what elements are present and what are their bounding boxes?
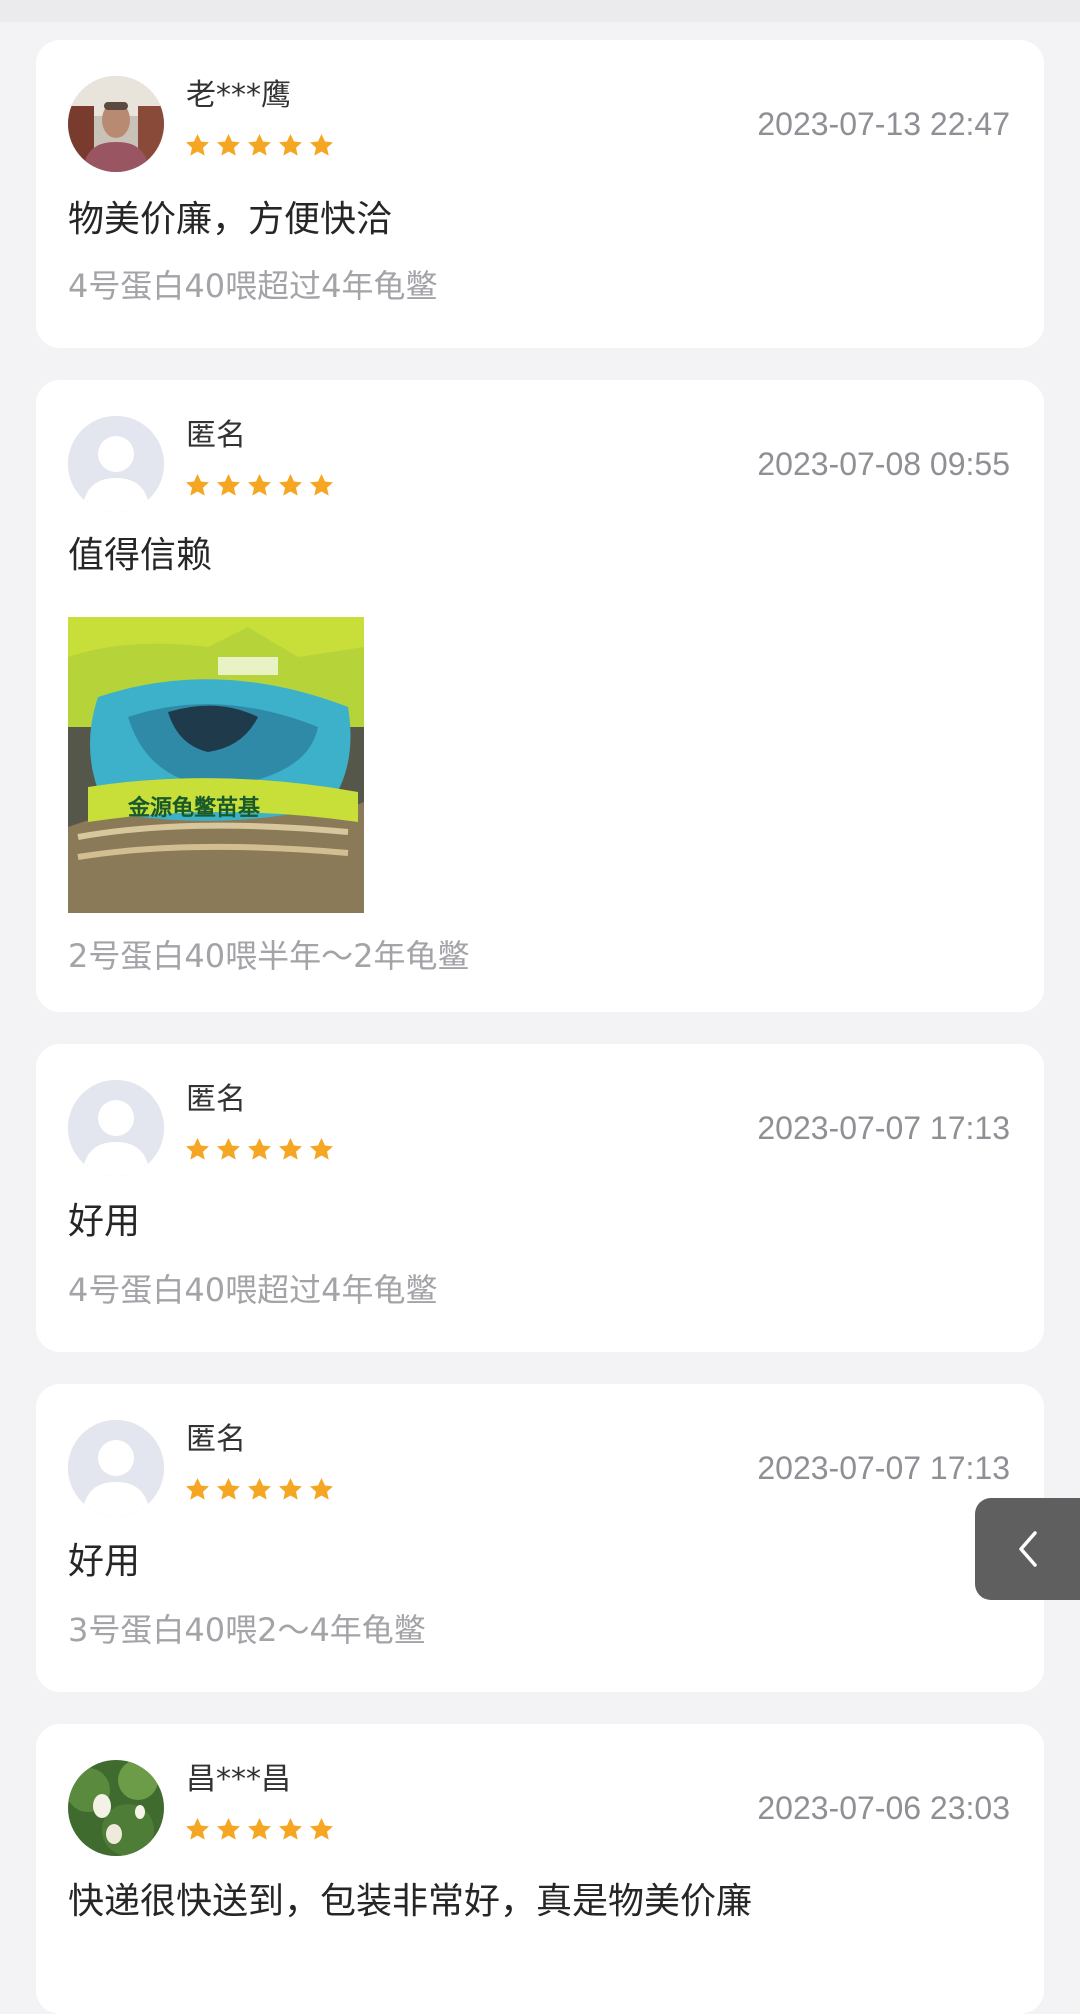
review-text: 物美价廉，方便快洽	[68, 199, 393, 240]
product-spec: 4号蛋白40喂超过4年龟鳖	[68, 1271, 438, 1309]
review-text: 好用	[68, 1541, 141, 1582]
review-date: 2023-07-07 17:13	[757, 1110, 1010, 1146]
star-icon	[310, 134, 333, 156]
feed-bag-photo: 金源龟鳖苗基	[68, 617, 364, 913]
star-rating	[184, 1476, 335, 1504]
star-icon	[279, 134, 302, 156]
star-icon	[310, 1478, 333, 1500]
star-icon	[217, 1138, 240, 1160]
star-icon	[279, 1478, 302, 1500]
avatar[interactable]	[68, 1080, 164, 1176]
star-icon	[248, 474, 271, 496]
review-card[interactable]: 匿名 2023-07-07 17:13 好用 4号蛋白40喂超过4年龟鳖	[36, 1044, 1044, 1352]
star-rating	[184, 1136, 335, 1164]
star-icon	[310, 1138, 333, 1160]
review-date: 2023-07-13 22:47	[757, 106, 1010, 142]
star-icon	[279, 474, 302, 496]
star-icon	[217, 1478, 240, 1500]
star-icon	[186, 1818, 209, 1840]
avatar[interactable]	[68, 76, 164, 172]
star-icon	[248, 1818, 271, 1840]
product-spec: 3号蛋白40喂2～4年龟鳖	[68, 1611, 426, 1649]
chevron-left-icon	[1018, 1531, 1037, 1567]
review-text: 值得信赖	[68, 535, 213, 576]
star-icon	[217, 134, 240, 156]
user-name: 匿名	[186, 1422, 246, 1457]
default-user-icon	[68, 1420, 164, 1516]
user-name: 匿名	[186, 418, 246, 453]
lotus-photo-icon	[68, 1760, 164, 1856]
review-text: 快递很快送到，包装非常好，真是物美价廉	[68, 1881, 753, 1922]
star-rating	[184, 1816, 335, 1844]
product-spec: 2号蛋白40喂半年～2年龟鳖	[68, 937, 470, 975]
star-icon	[186, 134, 209, 156]
star-icon	[217, 1818, 240, 1840]
user-name: 老***鹰	[186, 78, 291, 113]
star-icon	[186, 474, 209, 496]
user-name: 匿名	[186, 1082, 246, 1117]
man-photo-icon	[68, 76, 164, 172]
star-icon	[310, 474, 333, 496]
avatar[interactable]	[68, 1420, 164, 1516]
star-rating	[184, 472, 335, 500]
user-name: 昌***昌	[186, 1762, 291, 1797]
star-icon	[248, 1478, 271, 1500]
review-card[interactable]: 匿名 2023-07-08 09:55 值得信赖 金源龟鳖苗基 2号蛋白40喂半…	[36, 380, 1044, 1012]
photo-text: 金源龟鳖苗基	[127, 795, 261, 821]
default-user-icon	[68, 1080, 164, 1176]
top-strip	[0, 0, 1080, 22]
star-icon	[279, 1138, 302, 1160]
side-collapse-button[interactable]	[975, 1498, 1080, 1600]
star-icon	[248, 1138, 271, 1160]
star-icon	[186, 1138, 209, 1160]
avatar[interactable]	[68, 416, 164, 512]
review-date: 2023-07-07 17:13	[757, 1450, 1010, 1486]
star-icon	[279, 1818, 302, 1840]
star-rating	[184, 132, 335, 160]
review-card[interactable]: 老***鹰 2023-07-13 22:47 物美价廉，方便快洽 4号蛋白40喂…	[36, 40, 1044, 348]
default-user-icon	[68, 416, 164, 512]
review-date: 2023-07-06 23:03	[757, 1790, 1010, 1826]
star-icon	[186, 1478, 209, 1500]
review-text: 好用	[68, 1201, 141, 1242]
review-card[interactable]: 昌***昌 2023-07-06 23:03 快递很快送到，包装非常好，真是物美…	[36, 1724, 1044, 2014]
avatar[interactable]	[68, 1760, 164, 1856]
star-icon	[310, 1818, 333, 1840]
star-icon	[217, 474, 240, 496]
product-spec: 4号蛋白40喂超过4年龟鳖	[68, 267, 438, 305]
star-icon	[248, 134, 271, 156]
review-photo[interactable]: 金源龟鳖苗基	[68, 617, 364, 913]
review-card[interactable]: 匿名 2023-07-07 17:13 好用 3号蛋白40喂2～4年龟鳖	[36, 1384, 1044, 1692]
review-date: 2023-07-08 09:55	[757, 446, 1010, 482]
